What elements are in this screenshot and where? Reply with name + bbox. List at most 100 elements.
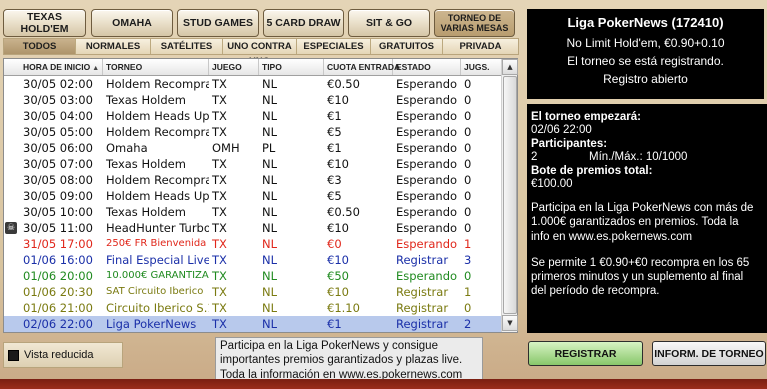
cell-torneo: Liga PokerNews bbox=[106, 317, 197, 331]
cell-juego: TX bbox=[212, 109, 227, 123]
vista-reducida-label: Vista reducida bbox=[24, 349, 94, 361]
cell-juego: TX bbox=[212, 301, 227, 315]
table-header: HORA DE INICIO ▲ TORNEO JUEGO TIPO CUOTA … bbox=[4, 59, 501, 76]
table-row[interactable]: 30/05 05:00 Holdem Recompra TX NL €5 Esperand… bbox=[4, 124, 501, 140]
table-row[interactable]: 31/05 17:00 250€ FR Bienvenida TX NL €0 Esper… bbox=[4, 236, 501, 252]
tab-5-card-draw[interactable]: 5 CARD DRAW bbox=[263, 9, 344, 37]
tab-texas-holdem[interactable]: TEXAS HOLD'EM bbox=[3, 9, 86, 37]
cell-cuota: €1.10 bbox=[327, 301, 360, 315]
participants-row: 2 Mín./Máx.: 10/1000 bbox=[531, 151, 767, 164]
cell-cuota: €5 bbox=[327, 189, 342, 203]
column-header-estado[interactable]: ESTADO bbox=[393, 59, 461, 75]
cell-estado: Esperando bbox=[396, 125, 458, 139]
skull-icon: ☠ bbox=[5, 222, 17, 234]
tournament-status: El torneo se está registrando. bbox=[567, 54, 724, 68]
cell-torneo: 250€ FR Bienvenida bbox=[106, 238, 207, 249]
filter-uno-contra-uno[interactable]: UNO CONTRA UNO bbox=[223, 39, 297, 67]
cell-tipo: NL bbox=[262, 221, 278, 235]
cell-juego: TX bbox=[212, 189, 227, 203]
cell-jugs: 0 bbox=[464, 205, 472, 219]
scrollbar-thumb[interactable] bbox=[503, 76, 517, 314]
column-header-hora[interactable]: HORA DE INICIO ▲ bbox=[20, 59, 103, 75]
column-header-tipo[interactable]: TIPO bbox=[259, 59, 324, 75]
cell-jugs: 0 bbox=[464, 269, 472, 283]
cell-hora: 01/06 20:00 bbox=[23, 269, 93, 283]
cell-jugs: 0 bbox=[464, 189, 472, 203]
table-row[interactable]: 30/05 08:00 Holdem Recompra TX NL €3 Esperand… bbox=[4, 172, 501, 188]
table-row[interactable]: 01/06 20:00 10.000€ GARANTIZADOTX NL €50 Esp… bbox=[4, 268, 501, 284]
filter-gratuitos[interactable]: GRATUITOS bbox=[371, 39, 443, 54]
cell-torneo: 10.000€ GARANTIZADO bbox=[106, 270, 209, 281]
table-row[interactable]: 30/05 04:00 Holdem Heads Up TX NL €1 Esperand… bbox=[4, 108, 501, 124]
cell-torneo: HeadHunter Turbo bbox=[106, 221, 209, 235]
cell-estado: Registrar bbox=[396, 301, 449, 315]
cell-cuota: €0.50 bbox=[327, 77, 360, 91]
table-row[interactable]: 30/05 07:00 Texas Holdem TX NL €10 Esperando 0 bbox=[4, 156, 501, 172]
table-row[interactable]: 30/05 02:00 Holdem Recompra TX NL €0.50 Esper… bbox=[4, 76, 501, 92]
cell-torneo: Texas Holdem bbox=[106, 93, 186, 107]
cell-hora: 30/05 05:00 bbox=[23, 125, 93, 139]
tournament-game-type: No Limit Hold'em, €0.90+0.10 bbox=[566, 36, 725, 50]
filter-satelites[interactable]: SATÉLITES bbox=[151, 39, 223, 54]
tournament-table: HORA DE INICIO ▲ TORNEO JUEGO TIPO CUOTA … bbox=[3, 58, 518, 333]
cell-estado: Esperando bbox=[396, 269, 458, 283]
promo-line: importantes premios garantizados y plaza… bbox=[220, 354, 463, 367]
table-row[interactable]: ☠ 30/05 11:00 HeadHunter Turbo TX NL €10 Esper… bbox=[4, 220, 501, 236]
cell-juego: TX bbox=[212, 317, 227, 331]
cell-estado: Esperando bbox=[396, 205, 458, 219]
cell-jugs: 0 bbox=[464, 77, 472, 91]
table-row[interactable]: 02/06 22:00 Liga PokerNews TX NL €1 Registrar… bbox=[4, 316, 501, 332]
cell-estado: Esperando bbox=[396, 109, 458, 123]
table-row[interactable]: 01/06 20:30 SAT Circuito Iberico TX NL €10 Re… bbox=[4, 284, 501, 300]
cell-tipo: PL bbox=[262, 141, 276, 155]
column-header-juego[interactable]: JUEGO bbox=[209, 59, 259, 75]
register-button[interactable]: REGISTRAR bbox=[528, 341, 643, 366]
cell-juego: TX bbox=[212, 93, 227, 107]
table-row[interactable]: 30/05 09:00 Holdem Heads Up TX NL €5 Esperand… bbox=[4, 188, 501, 204]
cell-tipo: NL bbox=[262, 269, 278, 283]
cell-estado: Esperando bbox=[396, 77, 458, 91]
cell-estado: Esperando bbox=[396, 237, 458, 251]
cell-juego: TX bbox=[212, 285, 227, 299]
tournament-info-button[interactable]: INFORM. DE TORNEO bbox=[652, 341, 766, 366]
column-header-jugs[interactable]: JUGS. bbox=[461, 59, 501, 75]
cell-juego: OMH bbox=[212, 141, 240, 155]
tab-omaha[interactable]: OMAHA bbox=[91, 9, 173, 37]
cell-tipo: NL bbox=[262, 317, 278, 331]
table-row[interactable]: 30/05 10:00 Texas Holdem TX NL €0.50 Esperand… bbox=[4, 204, 501, 220]
scroll-up-icon[interactable]: ▲ bbox=[502, 59, 518, 75]
tournament-title: Liga PokerNews (172410) bbox=[567, 15, 724, 30]
cell-jugs: 0 bbox=[464, 157, 472, 171]
filter-todos[interactable]: TODOS bbox=[4, 39, 76, 54]
column-header-torneo[interactable]: TORNEO bbox=[103, 59, 209, 75]
filter-privada[interactable]: PRIVADA bbox=[443, 39, 518, 54]
cell-tipo: NL bbox=[262, 173, 278, 187]
filter-normales[interactable]: NORMALES bbox=[76, 39, 151, 54]
start-value: 02/06 22:00 bbox=[531, 123, 592, 136]
table-row[interactable]: 01/06 21:00 Circuito Iberico S.1 TX NL €1.10… bbox=[4, 300, 501, 316]
tab-sit-and-go[interactable]: SIT & GO bbox=[348, 9, 430, 37]
description-paragraph: Participa en la Liga PokerNews con más d… bbox=[531, 201, 767, 244]
filter-especiales[interactable]: ESPECIALES bbox=[297, 39, 371, 54]
cell-tipo: NL bbox=[262, 93, 278, 107]
cell-jugs: 0 bbox=[464, 125, 472, 139]
cell-hora: 31/05 17:00 bbox=[23, 237, 93, 251]
tab-torneo-varias-mesas[interactable]: TORNEO DE VARIAS MESAS bbox=[434, 9, 515, 37]
cell-torneo: Holdem Recompra bbox=[106, 125, 209, 139]
tab-stud-games[interactable]: STUD GAMES bbox=[177, 9, 259, 37]
cell-hora: 30/05 06:00 bbox=[23, 141, 93, 155]
cell-tipo: NL bbox=[262, 189, 278, 203]
cell-estado: Esperando bbox=[396, 189, 458, 203]
table-scrollbar[interactable]: ▲ ▼ bbox=[501, 59, 518, 332]
table-row[interactable]: 30/05 06:00 Omaha OMH PL €1 Esperando 0 bbox=[4, 140, 501, 156]
vista-reducida-toggle[interactable]: Vista reducida bbox=[3, 342, 123, 368]
vista-reducida-checkbox[interactable] bbox=[8, 349, 19, 361]
cell-cuota: €1 bbox=[327, 141, 342, 155]
scroll-down-icon[interactable]: ▼ bbox=[502, 315, 518, 331]
table-row[interactable]: 01/06 16:00 Final Especial Live TX NL €10 Reg… bbox=[4, 252, 501, 268]
cell-jugs: 0 bbox=[464, 93, 472, 107]
column-header-cuota[interactable]: CUOTA ENTRADA bbox=[324, 59, 400, 75]
cell-cuota: €10 bbox=[327, 253, 349, 267]
cell-hora: 30/05 04:00 bbox=[23, 109, 93, 123]
table-row[interactable]: 30/05 03:00 Texas Holdem TX NL €10 Esperando 0 bbox=[4, 92, 501, 108]
